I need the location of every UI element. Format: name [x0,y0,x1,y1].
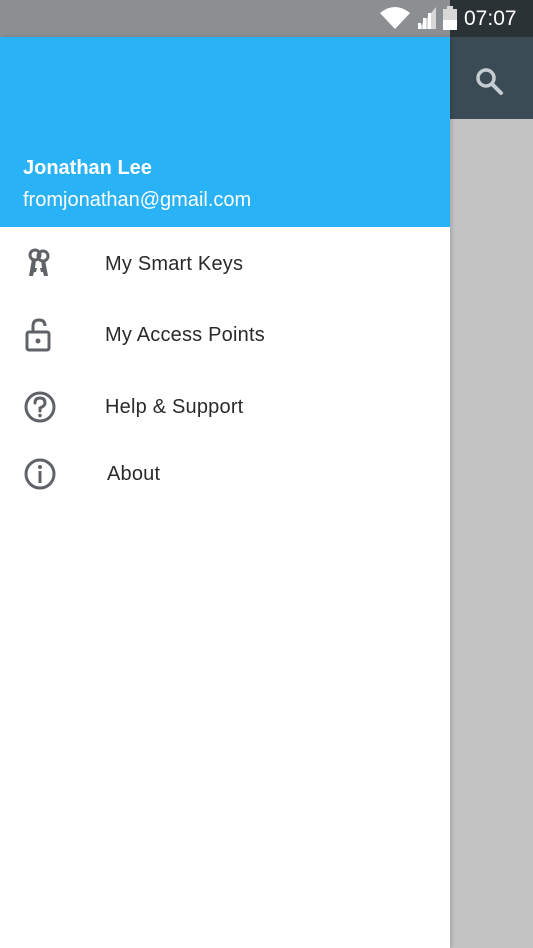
navigation-drawer: Jonathan Lee fromjonathan@gmail.com My S… [0,37,450,948]
wifi-icon [380,7,410,29]
drawer-header: Jonathan Lee fromjonathan@gmail.com [0,37,450,227]
status-time: 07:07 [464,7,517,30]
app-content-scrim[interactable] [450,119,533,948]
menu-item-label: About [107,463,161,485]
user-email: fromjonathan@gmail.com [23,189,252,211]
keys-icon [28,248,50,276]
menu-item-label: My Smart Keys [105,253,244,275]
info-icon [24,458,56,490]
menu-item-label: My Access Points [105,324,265,346]
search-icon[interactable] [472,64,506,98]
menu-item-label: Help & Support [105,396,244,418]
menu-item-about[interactable]: About [0,440,450,508]
menu-item-smart-keys[interactable]: My Smart Keys [0,230,450,298]
menu-item-help-support[interactable]: Help & Support [0,373,450,441]
lock-icon [25,318,51,352]
status-icons [378,4,458,32]
menu-item-access-points[interactable]: My Access Points [0,301,450,369]
user-name: Jonathan Lee [23,157,152,179]
battery-icon [443,6,457,30]
help-icon [24,391,56,423]
signal-icon [418,7,436,29]
